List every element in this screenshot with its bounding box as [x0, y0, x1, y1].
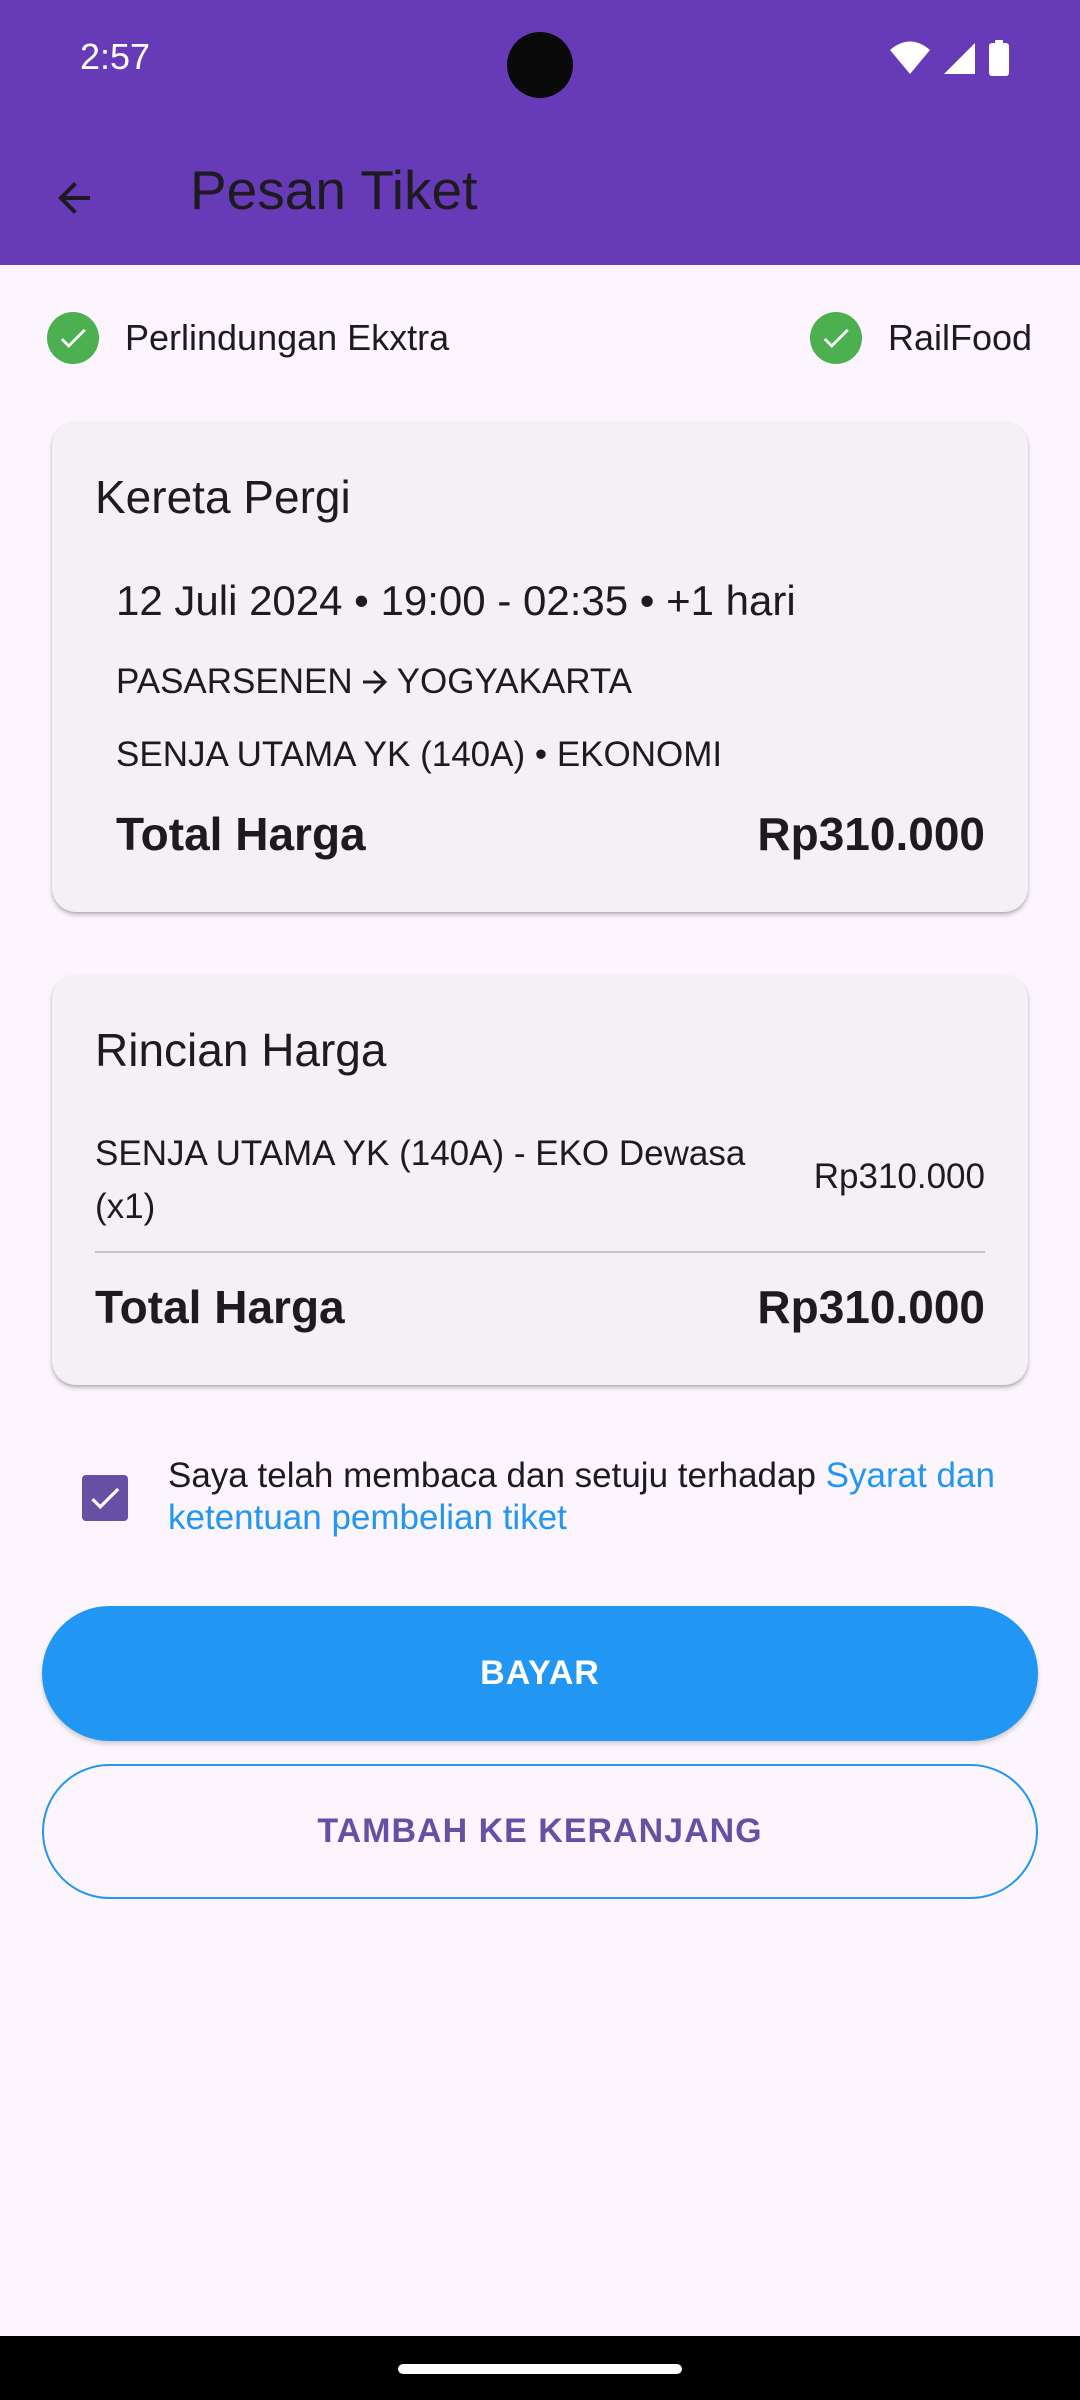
check-circle-icon — [810, 312, 862, 364]
price-item-name: SENJA UTAMA YK (140A) - EKO Dewasa (x1) — [95, 1134, 746, 1226]
status-bar: 2:57 — [0, 0, 1080, 122]
route-origin: PASARSENEN — [116, 662, 353, 701]
trip-date-time: 12 Juli 2024 • 19:00 - 02:35 • +1 hari — [116, 577, 796, 624]
status-time: 2:57 — [80, 36, 151, 77]
extras-row: Perlindungan Ekxtra RailFood — [0, 305, 1080, 371]
agreement-row: Saya telah membaca dan setuju terhadap S… — [0, 1455, 1080, 1555]
trip-card: Kereta Pergi 12 Juli 2024 • 19:00 - 02:3… — [52, 422, 1028, 912]
route-destination: YOGYAKARTA — [396, 662, 633, 701]
signal-icon — [944, 43, 975, 74]
app-bar: Pesan Tiket — [0, 122, 1080, 265]
check-icon — [91, 1487, 120, 1510]
extra-item-perlindungan[interactable]: Perlindungan Ekxtra — [47, 305, 449, 371]
divider — [95, 1251, 985, 1253]
pay-button[interactable]: BAYAR — [42, 1606, 1038, 1741]
price-card-title: Rincian Harga — [95, 1024, 387, 1076]
extra-item-railfood[interactable]: RailFood — [810, 305, 1032, 371]
battery-icon — [989, 40, 1009, 76]
agreement-checkbox[interactable] — [82, 1475, 128, 1521]
total-price-value: Rp310.000 — [757, 1281, 985, 1333]
price-item-value: Rp310.000 — [813, 1157, 985, 1196]
extra-label: RailFood — [888, 317, 1033, 358]
back-button[interactable] — [36, 160, 112, 236]
status-icons — [890, 40, 1010, 76]
trip-card-title: Kereta Pergi — [95, 471, 351, 523]
add-to-cart-button[interactable]: TAMBAH KE KERANJANG — [42, 1764, 1038, 1899]
extra-label: Perlindungan Ekxtra — [125, 317, 450, 358]
page-title: Pesan Tiket — [190, 159, 478, 221]
navigation-bar — [0, 2336, 1080, 2400]
total-price-label: Total Harga — [95, 1281, 345, 1333]
agreement-label: Saya telah membaca dan setuju terhadap — [168, 1456, 826, 1495]
home-indicator[interactable] — [398, 2364, 682, 2374]
wifi-icon — [890, 41, 930, 74]
total-price-value: Rp310.000 — [757, 808, 985, 860]
arrow-back-icon — [58, 182, 90, 214]
camera-cutout — [507, 32, 573, 98]
train-info: SENJA UTAMA YK (140A) • EKONOMI — [116, 735, 723, 774]
agreement-text: Saya telah membaca dan setuju terhadap S… — [168, 1455, 1048, 1539]
total-price-label: Total Harga — [116, 808, 366, 860]
price-detail-card: Rincian Harga SENJA UTAMA YK (140A) - EK… — [52, 975, 1028, 1385]
check-circle-icon — [47, 312, 99, 364]
arrow-forward-icon — [362, 670, 387, 694]
trip-route: PASARSENEN YOGYAKARTA — [116, 662, 632, 702]
